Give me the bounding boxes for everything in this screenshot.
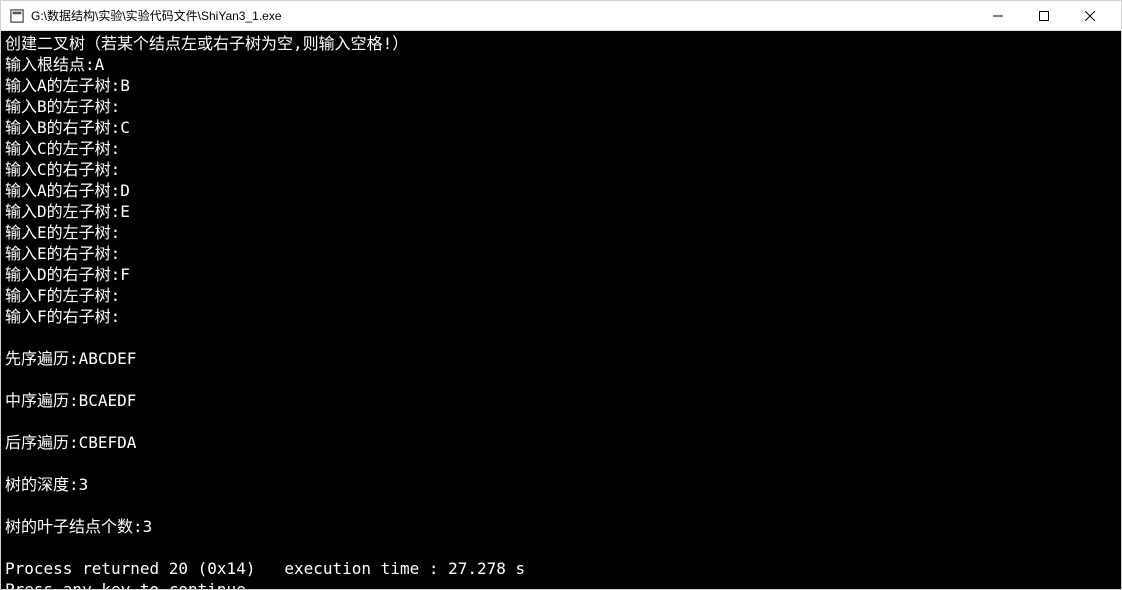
console-output[interactable]: 创建二叉树（若某个结点左或右子树为空,则输入空格!）输入根结点:A输入A的左子树… <box>1 31 1121 589</box>
console-line: 输入C的右子树: <box>5 159 1117 180</box>
console-line: 输入D的左子树:E <box>5 201 1117 222</box>
console-line: 输入A的左子树:B <box>5 75 1117 96</box>
console-line: 输入B的右子树:C <box>5 117 1117 138</box>
console-line: 输入D的右子树:F <box>5 264 1117 285</box>
console-line: 创建二叉树（若某个结点左或右子树为空,则输入空格!） <box>5 33 1117 54</box>
console-line <box>5 537 1117 558</box>
console-line <box>5 495 1117 516</box>
title-bar[interactable]: G:\数据结构\实验\实验代码文件\ShiYan3_1.exe <box>1 1 1121 31</box>
console-window: G:\数据结构\实验\实验代码文件\ShiYan3_1.exe 创建二叉树（若某… <box>0 0 1122 590</box>
console-line: 输入C的左子树: <box>5 138 1117 159</box>
console-line: Press any key to continue. <box>5 579 1117 589</box>
minimize-button[interactable] <box>975 1 1021 31</box>
console-line: 树的深度:3 <box>5 474 1117 495</box>
console-line: 输入A的右子树:D <box>5 180 1117 201</box>
console-line <box>5 369 1117 390</box>
console-line: 输入F的右子树: <box>5 306 1117 327</box>
console-line: 后序遍历:CBEFDA <box>5 432 1117 453</box>
console-line: 树的叶子结点个数:3 <box>5 516 1117 537</box>
console-line: Process returned 20 (0x14) execution tim… <box>5 558 1117 579</box>
window-controls <box>975 1 1113 31</box>
console-line <box>5 327 1117 348</box>
console-line: 输入B的左子树: <box>5 96 1117 117</box>
close-button[interactable] <box>1067 1 1113 31</box>
console-line: 输入E的左子树: <box>5 222 1117 243</box>
console-line: 先序遍历:ABCDEF <box>5 348 1117 369</box>
window-title: G:\数据结构\实验\实验代码文件\ShiYan3_1.exe <box>31 7 975 24</box>
console-line <box>5 453 1117 474</box>
console-line: 输入E的右子树: <box>5 243 1117 264</box>
console-line <box>5 411 1117 432</box>
maximize-button[interactable] <box>1021 1 1067 31</box>
console-line: 输入F的左子树: <box>5 285 1117 306</box>
app-icon <box>9 8 25 24</box>
console-line: 输入根结点:A <box>5 54 1117 75</box>
console-line: 中序遍历:BCAEDF <box>5 390 1117 411</box>
